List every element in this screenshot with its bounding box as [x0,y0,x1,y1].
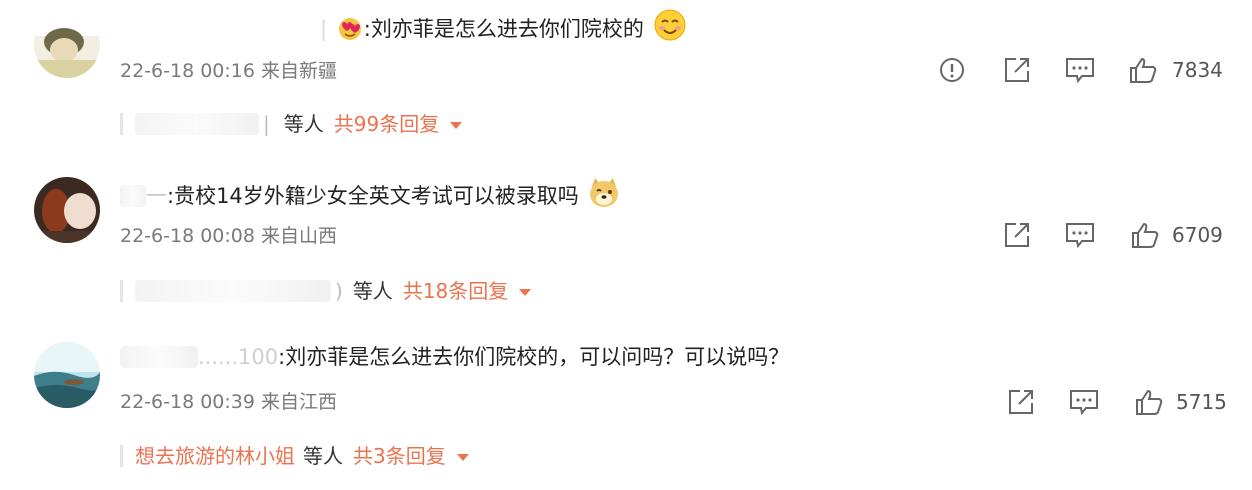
reply-summary[interactable]: | 等人 共99条回复 [120,108,463,138]
comment-text: :贵校14岁外籍少女全英文考试可以被录取吗 [167,184,579,208]
reply-total-link[interactable]: 共18条回复 [403,279,508,303]
reply-etc: 等人 [303,444,343,468]
like-icon [1136,389,1163,415]
username-link[interactable]: ......100 [198,345,278,369]
caret-down-icon [518,275,532,305]
like-count: 5715 [1176,390,1227,414]
share-icon [1005,58,1029,82]
reply-etc: 等人 [352,279,393,303]
like-icon [1132,222,1159,248]
report-icon [940,58,964,82]
caret-down-icon [456,440,470,470]
avatar[interactable] [34,12,100,78]
comment-item: ......100:刘亦菲是怎么进去你们院校的，可以问吗？可以说吗？ 22-6-… [0,330,1252,490]
reply-etc: 等人 [283,112,324,136]
share-icon [1005,223,1029,247]
like-button[interactable] [1130,221,1160,251]
replier-name-blurred [135,280,331,302]
comment-button[interactable] [1068,388,1100,418]
like-button[interactable] [1128,56,1158,86]
like-count: 7834 [1172,58,1223,82]
location: 来自江西 [261,391,338,413]
comment-icon [1066,58,1094,84]
share-button[interactable] [1002,56,1032,86]
report-button[interactable] [938,56,966,86]
reply-total-link[interactable]: 共99条回复 [334,112,439,136]
caret-down-icon [449,108,463,138]
comment-item: | :刘亦菲是怎么进去你们院校的 22-6-18 00:16 来自新疆 7834… [0,0,1252,160]
reply-prefix: | [263,112,270,136]
comment-icon [1066,223,1094,249]
comment-item: 一:贵校14岁外籍少女全英文考试可以被录取吗 22-6-18 00:08 来自山… [0,165,1252,325]
reply-divider [120,445,123,467]
replier-name-link[interactable]: 想去旅游的林小姐 [135,444,295,468]
location: 来自山西 [261,225,338,247]
username-blurred [120,346,198,368]
like-count: 6709 [1172,223,1223,247]
timestamp: 22-6-18 00:39 [120,391,255,413]
doge-emoji-icon [587,175,621,217]
timestamp: 22-6-18 00:08 [120,225,255,247]
comment-text: :刘亦菲是怎么进去你们院校的，可以问吗？可以说吗？ [278,345,790,369]
smile-emoji-icon [653,8,687,50]
comment-icon [1070,390,1098,416]
comment-text: :刘亦菲是怎么进去你们院校的 [363,17,644,41]
replier-name-blurred [135,113,259,135]
location: 来自新疆 [261,60,338,82]
comment-meta: 22-6-18 00:39 来自江西 [120,389,337,415]
avatar[interactable] [34,177,100,243]
comment-meta: 22-6-18 00:08 来自山西 [120,223,337,249]
reply-prefix: ) [335,279,343,303]
reply-divider [120,280,123,302]
like-icon [1130,57,1157,83]
reply-summary[interactable]: ) 等人 共18条回复 [120,275,532,305]
comment-button[interactable] [1064,221,1096,251]
share-button[interactable] [1002,221,1032,251]
reply-total-link[interactable]: 共3条回复 [353,444,446,468]
share-icon [1009,390,1033,414]
avatar[interactable] [34,342,100,408]
comment-meta: 22-6-18 00:16 来自新疆 [120,58,337,84]
username-link[interactable]: 一 [146,184,167,208]
timestamp: 22-6-18 00:16 [120,60,255,82]
username-link[interactable]: | [320,17,327,41]
hearts-emoji-icon [336,14,364,50]
comment-content: | :刘亦菲是怎么进去你们院校的 [120,8,687,50]
comment-button[interactable] [1064,56,1096,86]
comment-content: ......100:刘亦菲是怎么进去你们院校的，可以问吗？可以说吗？ [120,342,789,372]
like-button[interactable] [1134,388,1164,418]
comment-content: 一:贵校14岁外籍少女全英文考试可以被录取吗 [120,175,621,217]
username-blurred [120,185,146,207]
reply-summary[interactable]: 想去旅游的林小姐 等人 共3条回复 [120,440,470,470]
share-button[interactable] [1006,388,1036,418]
reply-divider [120,113,123,135]
